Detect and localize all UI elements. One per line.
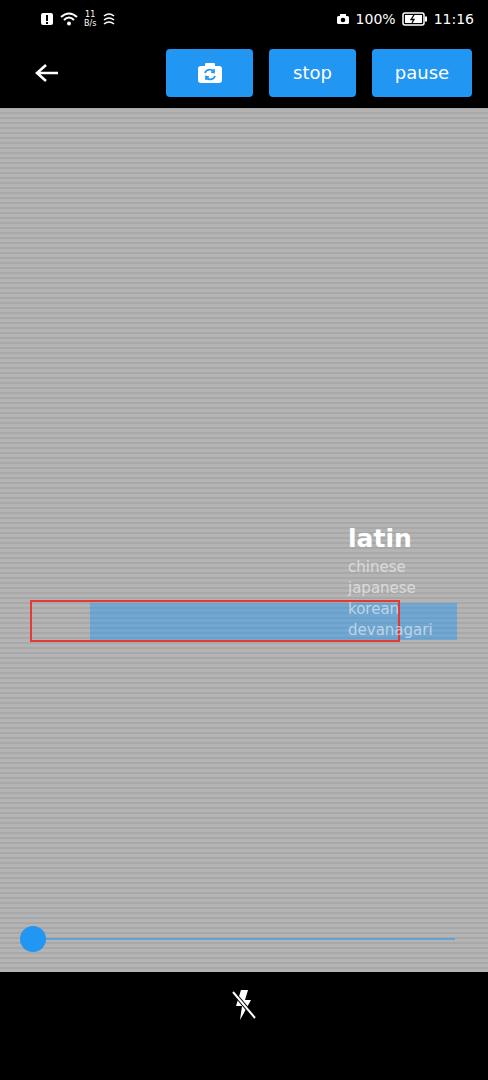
camera-preview: latin chinese japanese korean devanagari — [0, 108, 488, 972]
battery-percent: 100% — [356, 11, 396, 27]
hotspot-icon — [102, 12, 116, 26]
alert-icon — [40, 12, 54, 26]
clock: 11:16 — [434, 11, 474, 27]
script-option[interactable]: latin — [348, 522, 433, 556]
pause-button[interactable]: pause — [372, 49, 472, 97]
back-arrow-icon[interactable] — [34, 62, 60, 84]
battery-icon — [402, 12, 428, 26]
flash-off-icon[interactable] — [229, 988, 259, 1080]
script-option[interactable]: chinese — [348, 558, 433, 577]
wifi-icon — [60, 12, 78, 26]
bottom-bar — [0, 972, 488, 1080]
stop-button[interactable]: stop — [269, 49, 356, 97]
status-right: 100% 11:16 — [336, 11, 474, 27]
speed-value: 11 — [85, 10, 95, 19]
toolbar: stop pause — [0, 37, 488, 108]
script-option[interactable]: devanagari — [348, 621, 433, 640]
zoom-slider[interactable] — [33, 938, 455, 940]
status-left: 11B/s — [40, 10, 116, 28]
zoom-thumb[interactable] — [20, 926, 46, 952]
speed-unit: B/s — [84, 19, 96, 28]
switch-camera-icon — [196, 61, 224, 85]
script-picker[interactable]: latin chinese japanese korean devanagari — [348, 522, 433, 640]
switch-camera-button[interactable] — [166, 49, 253, 97]
script-option[interactable]: japanese — [348, 579, 433, 598]
status-bar: 11B/s 100% 11:16 — [0, 0, 488, 37]
network-speed: 11B/s — [84, 10, 96, 28]
detection-box — [30, 600, 400, 642]
camera-icon — [336, 13, 350, 25]
script-option[interactable]: korean — [348, 600, 433, 619]
